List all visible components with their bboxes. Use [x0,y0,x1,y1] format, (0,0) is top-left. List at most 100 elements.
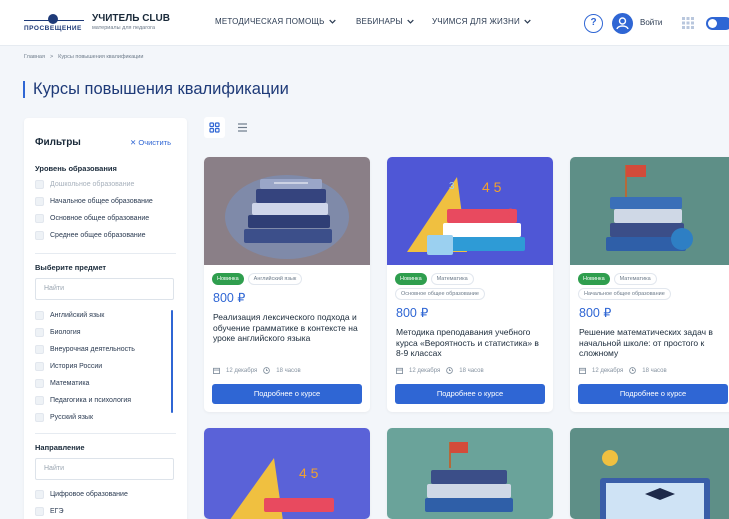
course-details-button[interactable]: Подробнее о курсе [395,384,545,404]
course-details-button[interactable]: Подробнее о курсе [578,384,728,404]
course-card[interactable] [387,428,553,519]
card-tags: Новинка Математика [578,273,657,285]
subject-search-input[interactable]: Найти [35,278,174,300]
subject-option[interactable]: История России [35,362,102,371]
checkbox[interactable] [35,328,44,337]
direction-title: Направление [35,443,85,452]
chevron-down-icon [524,19,531,24]
subject-label: Математика [50,380,90,387]
filters-panel: Фильтры ✕ Очистить Уровень образования Д… [24,118,187,519]
site-header: ПРОСВЕЩЕНИЕ УЧИТЕЛЬ CLUB материалы для п… [0,0,729,46]
help-icon[interactable]: ? [584,14,603,33]
subject-tag: Английский язык [247,273,303,285]
course-meta: 12 декабря 18 часов [579,367,667,374]
grid-view-button[interactable] [204,117,225,138]
course-image-computer [570,428,729,519]
level-option[interactable]: Основное общее образование [35,214,149,223]
direction-option[interactable]: Цифровое образование [35,490,128,499]
nav-methodical-help[interactable]: МЕТОДИЧЕСКАЯ ПОМОЩЬ [215,17,336,26]
subject-option[interactable]: Биология [35,328,81,337]
checkbox[interactable] [35,231,44,240]
checkbox[interactable] [35,345,44,354]
direction-label: Цифровое образование [50,491,128,498]
course-image-books-english [204,157,370,265]
prosveshchenie-logo[interactable]: ПРОСВЕЩЕНИЕ [24,14,84,36]
calendar-icon [213,367,220,374]
subject-option[interactable]: Педагогика и психология [35,396,131,405]
breadcrumb-separator: > [49,54,54,60]
brand-subtitle: материалы для педагога [92,25,156,31]
subject-label: Русский язык [50,414,94,421]
clear-filters-button[interactable]: ✕ Очистить [130,138,171,147]
course-date: 12 декабря [409,367,441,374]
level-label: Дошкольное образование [50,181,135,188]
login-link[interactable]: Войти [640,18,662,27]
breadcrumb: Главная > Курсы повышения квалификации [24,54,143,60]
subject-option[interactable]: Русский язык [35,413,93,422]
checkbox[interactable] [35,214,44,223]
course-title[interactable]: Решение математических задач в начальной… [579,327,729,359]
filters-title: Фильтры [35,137,81,148]
subject-option[interactable]: Внеурочная деятельность [35,345,135,354]
direction-option[interactable]: ЕГЭ [35,507,64,516]
course-date: 12 декабря [226,367,258,374]
checkbox[interactable] [35,490,44,499]
grid-view-icon [209,122,220,133]
course-meta: 12 декабря 18 часов [396,367,484,374]
level-option[interactable]: Начальное общее образование [35,197,153,206]
course-price: 800 ₽ [579,306,612,320]
subject-label: Внеурочная деятельность [50,346,135,353]
accessibility-toggle[interactable] [706,17,729,30]
subject-option[interactable]: Английский язык [35,311,104,320]
svg-text:4 5: 4 5 [299,465,319,481]
course-card[interactable]: Новинка Английский язык 800 ₽ Реализация… [204,157,370,412]
direction-search-input[interactable]: Найти [35,458,174,480]
title-accent-bar [23,81,25,98]
subject-option[interactable]: Математика [35,379,89,388]
course-title[interactable]: Реализация лексического подхода и обучен… [213,312,363,344]
apps-grid-icon[interactable] [682,17,694,29]
nav-learning-for-life[interactable]: УЧИМСЯ ДЛЯ ЖИЗНИ [432,17,531,26]
level-tag: Начальное общее образование [578,288,671,300]
level-label: Основное общее образование [50,215,150,222]
svg-text:3: 3 [449,181,455,192]
list-view-button[interactable] [232,117,253,138]
checkbox[interactable] [35,413,44,422]
course-card[interactable]: Новинка Математика Начальное общее образ… [570,157,729,412]
user-icon[interactable] [612,13,633,34]
course-image-books-flag [570,157,729,265]
breadcrumb-home[interactable]: Главная [24,54,45,60]
brand[interactable]: УЧИТЕЛЬ CLUB материалы для педагога [92,13,170,31]
course-card[interactable] [570,428,729,519]
calendar-icon [579,367,586,374]
course-details-button[interactable]: Подробнее о курсе [212,384,362,404]
subject-tag: Математика [613,273,657,285]
chevron-down-icon [328,19,336,24]
course-card[interactable]: 4 5 6 3 Новинка Математика Основное обще… [387,157,553,412]
new-badge: Новинка [212,273,244,285]
level-tag: Основное общее образование [395,288,485,300]
course-price: 800 ₽ [396,306,429,320]
direction-label: ЕГЭ [50,508,64,515]
course-title[interactable]: Методика преподавания учебного курса «Ве… [396,327,546,359]
toggle-knob [708,19,717,28]
brand-name: УЧИТЕЛЬ CLUB [92,13,170,24]
level-option[interactable]: Среднее общее образование [35,231,146,240]
checkbox[interactable] [35,379,44,388]
course-card[interactable]: 4 5 [204,428,370,519]
course-image-books [387,428,553,519]
checkbox[interactable] [35,311,44,320]
nav-label: ВЕБИНАРЫ [356,17,403,26]
checkbox[interactable] [35,362,44,371]
course-image-math-statistics: 4 5 6 3 [387,157,553,265]
svg-text:4 5: 4 5 [482,179,502,195]
course-price: 800 ₽ [213,291,246,305]
page-title: Курсы повышения квалификации [33,80,289,98]
subject-label: Английский язык [50,312,105,319]
subject-label: Педагогика и психология [50,397,132,404]
nav-webinars[interactable]: ВЕБИНАРЫ [356,17,414,26]
checkbox[interactable] [35,396,44,405]
subject-list-scrollbar[interactable] [171,310,173,413]
checkbox[interactable] [35,507,44,516]
checkbox[interactable] [35,197,44,206]
